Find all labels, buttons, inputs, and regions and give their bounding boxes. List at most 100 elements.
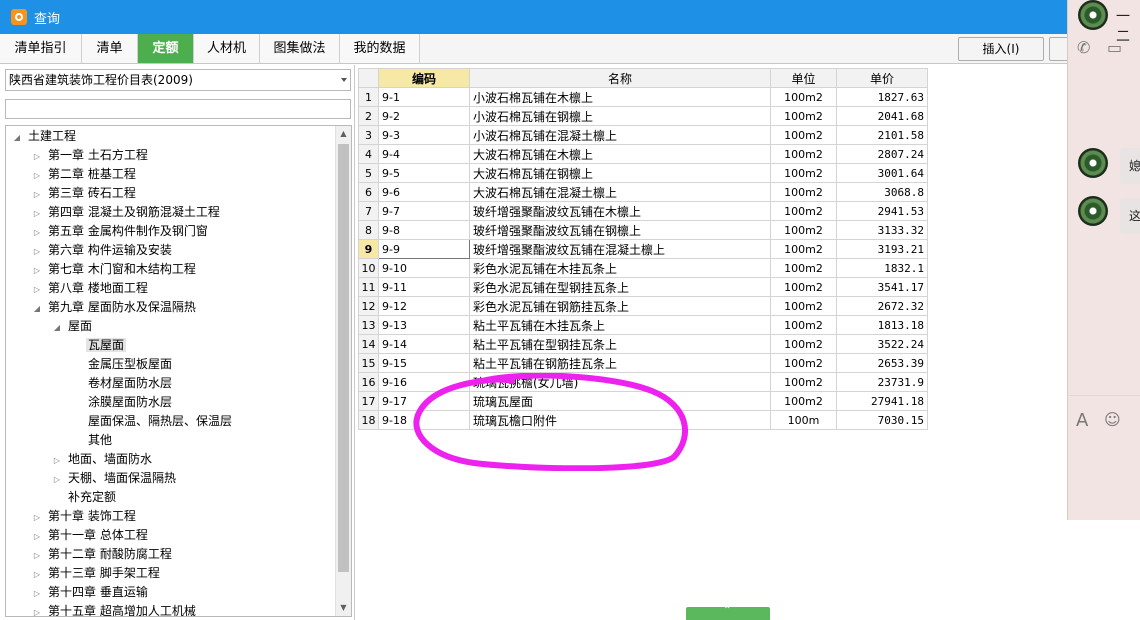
tree-node[interactable]: ▷ 第十四章 垂直运输	[32, 583, 150, 602]
cell-code[interactable]: 9-3	[378, 125, 470, 145]
cell-price[interactable]: 2041.68	[836, 106, 928, 126]
tree-node[interactable]: 补充定额	[52, 488, 118, 507]
cell-price[interactable]: 2672.32	[836, 296, 928, 316]
row-number[interactable]: 18	[358, 410, 379, 430]
tree-node[interactable]: ◢ 屋面	[52, 317, 94, 336]
cell-name[interactable]: 小波石棉瓦铺在钢檩上	[469, 106, 771, 126]
cell-code[interactable]: 9-2	[378, 106, 470, 126]
table-row[interactable]: 16 9-16 琉璃瓦挑檐(女儿墙) 100m2 23731.9	[358, 372, 928, 392]
tab-atlas-method[interactable]: 图集做法	[260, 34, 340, 63]
table-row[interactable]: 11 9-11 彩色水泥瓦铺在型钢挂瓦条上 100m2 3541.17	[358, 277, 928, 297]
cell-unit[interactable]: 100m2	[770, 182, 837, 202]
cell-name[interactable]: 彩色水泥瓦铺在型钢挂瓦条上	[469, 277, 771, 297]
table-row[interactable]: 10 9-10 彩色水泥瓦铺在木挂瓦条上 100m2 1832.1	[358, 258, 928, 278]
row-number[interactable]: 5	[358, 163, 379, 183]
cell-name[interactable]: 粘土平瓦铺在钢筋挂瓦条上	[469, 353, 771, 373]
collapsed-arrow-icon[interactable]: ▷	[52, 470, 62, 489]
cell-price[interactable]: 3133.32	[836, 220, 928, 240]
collapsed-arrow-icon[interactable]: ▷	[32, 546, 42, 565]
table-row[interactable]: 6 9-6 大波石棉瓦铺在混凝土檩上 100m2 3068.8	[358, 182, 928, 202]
tree-node[interactable]: ▷ 第十二章 耐酸防腐工程	[32, 545, 174, 564]
cell-unit[interactable]: 100m	[770, 410, 837, 430]
cell-name[interactable]: 粘土平瓦铺在型钢挂瓦条上	[469, 334, 771, 354]
row-number[interactable]: 3	[358, 125, 379, 145]
phone-icon[interactable]: ✆	[1077, 38, 1090, 57]
table-row[interactable]: 4 9-4 大波石棉瓦铺在木檩上 100m2 2807.24	[358, 144, 928, 164]
chevron-down-icon[interactable]	[341, 78, 347, 82]
row-number[interactable]: 15	[358, 353, 379, 373]
cell-code[interactable]: 9-17	[378, 391, 470, 411]
tab-bill[interactable]: 清单	[82, 34, 138, 63]
cell-name[interactable]: 玻纤增强聚酯波纹瓦铺在钢檩上	[469, 220, 771, 240]
row-number[interactable]: 9	[358, 239, 379, 259]
cell-code[interactable]: 9-11	[378, 277, 470, 297]
tree-node[interactable]: ▷ 天棚、墙面保温隔热	[52, 469, 178, 488]
cell-code[interactable]: 9-9	[378, 239, 470, 259]
table-row[interactable]: 9 9-9 玻纤增强聚酯波纹瓦铺在混凝土檩上 100m2 3193.21	[358, 239, 928, 259]
table-row[interactable]: 8 9-8 玻纤增强聚酯波纹瓦铺在钢檩上 100m2 3133.32	[358, 220, 928, 240]
tree-node[interactable]: 卷材屋面防水层	[72, 374, 174, 393]
emoji-icon[interactable]: ☺	[1104, 410, 1121, 429]
cell-price[interactable]: 1813.18	[836, 315, 928, 335]
tab-my-data[interactable]: 我的数据	[340, 34, 420, 63]
cell-code[interactable]: 9-13	[378, 315, 470, 335]
cell-price[interactable]: 3001.64	[836, 163, 928, 183]
cell-unit[interactable]: 100m2	[770, 106, 837, 126]
table-row[interactable]: 12 9-12 彩色水泥瓦铺在钢筋挂瓦条上 100m2 2672.32	[358, 296, 928, 316]
collapsed-arrow-icon[interactable]: ▷	[32, 508, 42, 527]
collapsed-arrow-icon[interactable]: ▷	[32, 204, 42, 223]
collapsed-arrow-icon[interactable]: ▷	[32, 185, 42, 204]
tree-node[interactable]: ▷ 第三章 砖石工程	[32, 184, 138, 203]
row-number[interactable]: 10	[358, 258, 379, 278]
cell-name[interactable]: 小波石棉瓦铺在混凝土檩上	[469, 125, 771, 145]
expand-bottom-panel-button[interactable]	[686, 605, 770, 620]
cell-code[interactable]: 9-18	[378, 410, 470, 430]
cell-code[interactable]: 9-8	[378, 220, 470, 240]
tree-node[interactable]: ▷ 第十三章 脚手架工程	[32, 564, 162, 583]
collapsed-arrow-icon[interactable]: ▷	[32, 261, 42, 280]
cell-price[interactable]: 3193.21	[836, 239, 928, 259]
collapsed-arrow-icon[interactable]: ▷	[52, 451, 62, 470]
cell-name[interactable]: 玻纤增强聚酯波纹瓦铺在木檩上	[469, 201, 771, 221]
row-number[interactable]: 12	[358, 296, 379, 316]
column-header-code[interactable]: 编码	[378, 68, 470, 88]
collapsed-arrow-icon[interactable]: ▷	[32, 280, 42, 299]
scroll-up-icon[interactable]: ▲	[336, 126, 351, 142]
collapsed-arrow-icon[interactable]: ▷	[32, 166, 42, 185]
tree-node[interactable]: ◢ 第九章 屋面防水及保温隔热	[32, 298, 198, 317]
cell-unit[interactable]: 100m2	[770, 334, 837, 354]
cell-code[interactable]: 9-6	[378, 182, 470, 202]
tree-node[interactable]: ▷ 第六章 构件运输及安装	[32, 241, 174, 260]
expanded-arrow-icon[interactable]: ◢	[52, 318, 62, 337]
collapsed-arrow-icon[interactable]: ▷	[32, 565, 42, 584]
cell-unit[interactable]: 100m2	[770, 220, 837, 240]
cell-price[interactable]: 3522.24	[836, 334, 928, 354]
cell-unit[interactable]: 100m2	[770, 125, 837, 145]
tab-quota[interactable]: 定额	[138, 34, 194, 63]
tree-node[interactable]: 屋面保温、隔热层、保温层	[72, 412, 234, 431]
row-number[interactable]: 11	[358, 277, 379, 297]
row-number[interactable]: 4	[358, 144, 379, 164]
cell-price[interactable]: 2101.58	[836, 125, 928, 145]
row-number[interactable]: 8	[358, 220, 379, 240]
table-row[interactable]: 5 9-5 大波石棉瓦铺在钢檩上 100m2 3001.64	[358, 163, 928, 183]
message-avatar[interactable]	[1078, 196, 1108, 226]
tree-node[interactable]: ▷ 第十章 装饰工程	[32, 507, 138, 526]
cell-name[interactable]: 大波石棉瓦铺在木檩上	[469, 144, 771, 164]
tree-node[interactable]: 其他	[72, 431, 114, 450]
cell-name[interactable]: 彩色水泥瓦铺在木挂瓦条上	[469, 258, 771, 278]
cell-price[interactable]: 7030.15	[836, 410, 928, 430]
font-icon[interactable]: A	[1076, 410, 1088, 431]
tree-node[interactable]: ▷ 第五章 金属构件制作及钢门窗	[32, 222, 210, 241]
cell-code[interactable]: 9-4	[378, 144, 470, 164]
library-select[interactable]: 陕西省建筑装饰工程价目表(2009)	[5, 69, 351, 91]
tree-node[interactable]: ◢ 土建工程	[12, 127, 78, 146]
cell-price[interactable]: 2807.24	[836, 144, 928, 164]
cell-name[interactable]: 大波石棉瓦铺在混凝土檩上	[469, 182, 771, 202]
collapsed-arrow-icon[interactable]: ▷	[32, 527, 42, 546]
cell-unit[interactable]: 100m2	[770, 277, 837, 297]
row-number[interactable]: 6	[358, 182, 379, 202]
search-input[interactable]	[5, 99, 351, 119]
collapsed-arrow-icon[interactable]: ▷	[32, 223, 42, 242]
scroll-thumb[interactable]	[338, 144, 349, 572]
